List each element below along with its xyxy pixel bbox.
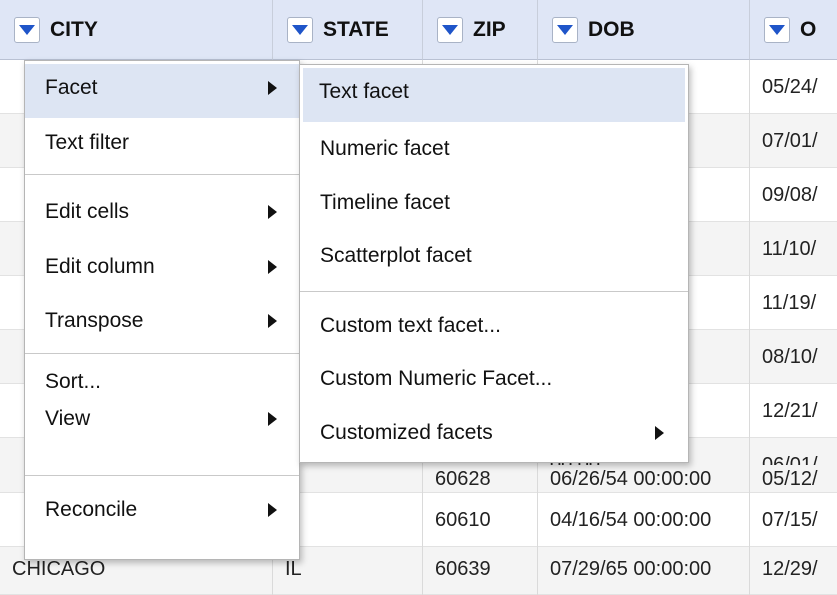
column-menu-button-state[interactable] bbox=[287, 16, 313, 43]
submenu-arrow-icon bbox=[268, 503, 277, 517]
menu-item-custom-text-facet[interactable]: Custom text facet... bbox=[300, 302, 688, 356]
submenu-arrow-icon bbox=[268, 260, 277, 274]
submenu-arrow-icon bbox=[655, 426, 664, 440]
menu-item-label: Scatterplot facet bbox=[320, 244, 472, 267]
menu-item-label: Custom text facet... bbox=[320, 314, 501, 337]
column-header-zip: ZIP bbox=[423, 0, 538, 60]
column-menu-button-o[interactable] bbox=[764, 16, 790, 43]
submenu-arrow-icon bbox=[268, 81, 277, 95]
menu-item-label: Customized facets bbox=[320, 421, 493, 444]
cell-dob: 04/16/54 00:00:00 bbox=[538, 493, 750, 547]
dropdown-triangle-icon bbox=[557, 24, 573, 35]
menu-item-label: Timeline facet bbox=[320, 191, 450, 214]
menu-item-transpose[interactable]: Transpose bbox=[25, 297, 299, 351]
cell-o: 08/10/ bbox=[762, 346, 818, 368]
menu-item-facet[interactable]: Facet bbox=[25, 64, 299, 118]
column-header-state: STATE bbox=[273, 0, 423, 60]
menu-item-reconcile[interactable]: Reconcile bbox=[25, 486, 299, 540]
cell-zip: 60610 bbox=[423, 493, 538, 547]
column-header-city: CITY bbox=[0, 0, 273, 60]
menu-item-label: Facet bbox=[45, 76, 98, 99]
column-menu-button-city[interactable] bbox=[14, 16, 40, 43]
submenu-arrow-icon bbox=[268, 412, 277, 426]
column-header-label: CITY bbox=[50, 17, 98, 41]
cell-o: 11/10/ bbox=[762, 238, 817, 260]
menu-item-view[interactable]: View bbox=[25, 391, 299, 445]
menu-item-sort[interactable]: Sort... bbox=[25, 346, 299, 396]
menu-item-timeline-facet[interactable]: Timeline facet bbox=[300, 179, 688, 233]
cell-dob: 06/26/54 00:00:00 bbox=[538, 465, 750, 493]
menu-item-label: Numeric facet bbox=[320, 137, 450, 160]
menu-item-label: Text facet bbox=[319, 80, 409, 103]
dropdown-triangle-icon bbox=[769, 24, 785, 35]
menu-separator bbox=[300, 291, 688, 292]
menu-item-label: Text filter bbox=[45, 131, 130, 154]
column-header-dob: DOB bbox=[538, 0, 750, 60]
menu-item-label: Edit column bbox=[45, 255, 155, 278]
menu-separator bbox=[25, 174, 299, 175]
cell-o: 12/21/ bbox=[762, 400, 818, 422]
column-header-label: ZIP bbox=[473, 17, 506, 41]
cell-o: 11/19/ bbox=[762, 292, 817, 314]
facet-submenu: Text facet Numeric facet Timeline facet … bbox=[299, 64, 689, 463]
menu-item-numeric-facet[interactable]: Numeric facet bbox=[300, 125, 688, 179]
dropdown-triangle-icon bbox=[19, 24, 35, 35]
submenu-arrow-icon bbox=[268, 314, 277, 328]
column-header-label: O bbox=[800, 17, 817, 41]
menu-item-label: Edit cells bbox=[45, 200, 130, 223]
menu-item-label: Custom Numeric Facet... bbox=[320, 367, 553, 390]
dropdown-triangle-icon bbox=[442, 24, 458, 35]
menu-item-label: Transpose bbox=[45, 309, 144, 332]
cell-zip: 60628 bbox=[423, 465, 538, 493]
cell-o: 07/01/ bbox=[762, 130, 818, 152]
cell-dob: 07/29/65 00:00:00 bbox=[538, 547, 750, 595]
menu-separator bbox=[25, 475, 299, 476]
submenu-arrow-icon bbox=[268, 205, 277, 219]
cell-o: 05/12/ bbox=[762, 468, 818, 490]
cell-o: 07/15/ bbox=[762, 509, 818, 531]
menu-item-scatterplot-facet[interactable]: Scatterplot facet bbox=[300, 232, 688, 286]
menu-item-label: Reconcile bbox=[45, 498, 138, 521]
column-menu-button-zip[interactable] bbox=[437, 16, 463, 43]
column-header-o: O bbox=[750, 0, 837, 60]
column-header-label: STATE bbox=[323, 17, 389, 41]
menu-item-custom-numeric-facet[interactable]: Custom Numeric Facet... bbox=[300, 355, 688, 409]
menu-item-edit-cells[interactable]: Edit cells bbox=[25, 188, 299, 242]
dropdown-triangle-icon bbox=[292, 24, 308, 35]
menu-item-customized-facets[interactable]: Customized facets bbox=[300, 409, 688, 463]
menu-item-text-filter[interactable]: Text filter bbox=[25, 119, 299, 173]
cell-zip: 60639 bbox=[423, 547, 538, 595]
cell-o: 05/24/ bbox=[762, 76, 818, 98]
menu-item-text-facet[interactable]: Text facet bbox=[303, 68, 685, 122]
menu-item-edit-column[interactable]: Edit column bbox=[25, 243, 299, 297]
column-menu: Facet Text filter Edit cells Edit column… bbox=[24, 60, 300, 560]
column-header-label: DOB bbox=[588, 17, 635, 41]
column-menu-button-dob[interactable] bbox=[552, 16, 578, 43]
cell-o: 09/08/ bbox=[762, 184, 818, 206]
cell-o: 12/29/ bbox=[762, 558, 818, 580]
menu-item-label: View bbox=[45, 407, 91, 430]
